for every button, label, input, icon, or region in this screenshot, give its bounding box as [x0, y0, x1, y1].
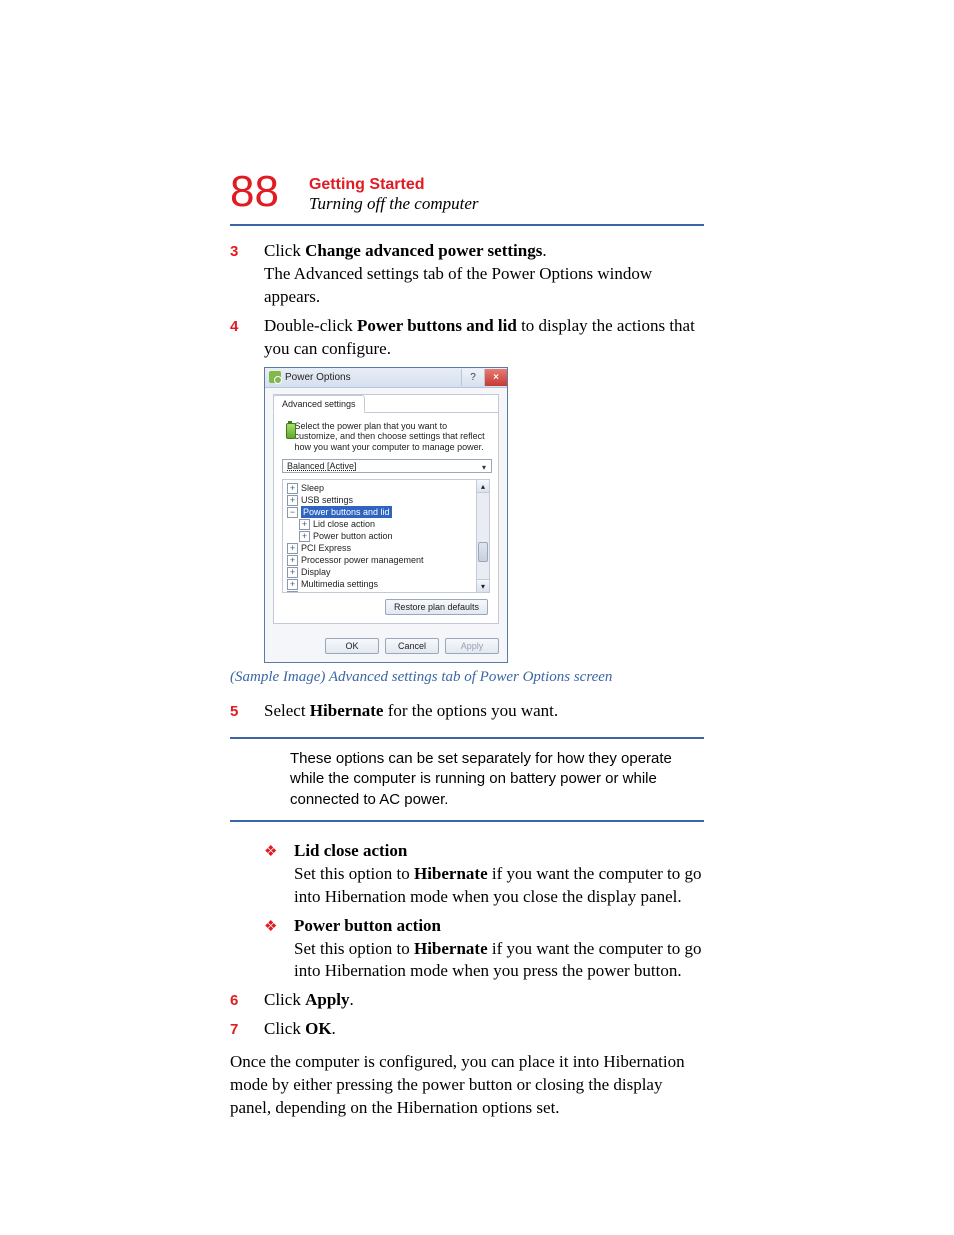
expander-icon[interactable]: −: [287, 507, 298, 518]
step-number: 3: [230, 240, 264, 309]
power-options-window: Power Options ? × Advanced settings Sele…: [264, 367, 508, 663]
note-block: These options can be set separately for …: [230, 737, 704, 822]
tree-item-processor-power[interactable]: Processor power management: [301, 554, 424, 566]
expander-icon[interactable]: +: [287, 483, 298, 494]
tree-item-lid-close[interactable]: Lid close action: [313, 518, 375, 530]
ok-button[interactable]: OK: [325, 638, 379, 654]
bullet-icon: ❖: [264, 915, 294, 984]
power-plan-select[interactable]: Balanced [Active] ▾: [282, 459, 492, 473]
scroll-up-icon[interactable]: ▴: [477, 480, 489, 493]
window-app-icon: [269, 371, 281, 383]
chapter-title: Getting Started: [309, 176, 479, 194]
expander-icon[interactable]: +: [287, 543, 298, 554]
scroll-down-icon[interactable]: ▾: [477, 579, 489, 592]
tree-item-power-button-action[interactable]: Power button action: [313, 530, 393, 542]
tree-item-pci-express[interactable]: PCI Express: [301, 542, 351, 554]
step-bold: Power buttons and lid: [357, 316, 517, 335]
expander-icon[interactable]: +: [287, 495, 298, 506]
step-4: 4 Double-click Power buttons and lid to …: [230, 315, 704, 361]
step-text: for the options you want.: [383, 701, 558, 720]
step-bold: Hibernate: [310, 701, 384, 720]
bullet-title: Power button action: [294, 915, 704, 938]
scroll-thumb[interactable]: [478, 542, 488, 562]
closing-paragraph: Once the computer is configured, you can…: [230, 1051, 704, 1120]
tree-item-sleep[interactable]: Sleep: [301, 482, 324, 494]
close-button[interactable]: ×: [484, 369, 507, 386]
chevron-down-icon: ▾: [479, 462, 489, 472]
step-text: Select: [264, 701, 310, 720]
step-6: 6 Click Apply.: [230, 989, 704, 1012]
battery-icon: [282, 421, 289, 441]
step-text: .: [350, 990, 354, 1009]
bullet-text: Set this option to: [294, 864, 414, 883]
step-text: Click: [264, 241, 305, 260]
expander-icon[interactable]: +: [287, 555, 298, 566]
step-number: 7: [230, 1018, 264, 1041]
expander-icon[interactable]: +: [287, 567, 298, 578]
bullet-power-button: ❖ Power button action Set this option to…: [264, 915, 704, 984]
bullet-lid-close: ❖ Lid close action Set this option to Hi…: [264, 840, 704, 909]
window-title: Power Options: [285, 372, 461, 383]
window-description: Select the power plan that you want to c…: [295, 421, 490, 453]
step-text: .: [542, 241, 546, 260]
bullet-icon: ❖: [264, 840, 294, 909]
power-plan-value: Balanced [Active]: [287, 461, 357, 471]
step-number: 5: [230, 700, 264, 723]
step-bold: Apply: [305, 990, 349, 1009]
page-header: 88 Getting Started Turning off the compu…: [230, 170, 704, 214]
step-text: The Advanced settings tab of the Power O…: [264, 263, 704, 309]
settings-tree[interactable]: +Sleep +USB settings −Power buttons and …: [282, 479, 490, 593]
cancel-button[interactable]: Cancel: [385, 638, 439, 654]
tree-scrollbar[interactable]: ▴ ▾: [476, 480, 489, 592]
step-text: Double-click: [264, 316, 357, 335]
restore-defaults-button[interactable]: Restore plan defaults: [385, 599, 488, 615]
tab-advanced-settings[interactable]: Advanced settings: [273, 395, 365, 413]
page-number: 88: [230, 170, 279, 214]
section-title: Turning off the computer: [309, 194, 479, 214]
bullet-title: Lid close action: [294, 840, 704, 863]
tree-item-multimedia[interactable]: Multimedia settings: [301, 578, 378, 590]
image-caption: (Sample Image) Advanced settings tab of …: [230, 669, 704, 686]
bullet-text: Set this option to: [294, 939, 414, 958]
tree-item-display[interactable]: Display: [301, 566, 331, 578]
apply-button[interactable]: Apply: [445, 638, 499, 654]
tree-item-battery[interactable]: Battery: [301, 590, 330, 593]
expander-icon[interactable]: +: [299, 519, 310, 530]
step-text: .: [332, 1019, 336, 1038]
help-button[interactable]: ?: [461, 369, 484, 386]
tree-item-usb[interactable]: USB settings: [301, 494, 353, 506]
step-bold: Change advanced power settings: [305, 241, 542, 260]
step-7: 7 Click OK.: [230, 1018, 704, 1041]
header-divider: [230, 224, 704, 226]
expander-icon[interactable]: +: [299, 531, 310, 542]
expander-icon[interactable]: +: [287, 579, 298, 590]
window-titlebar: Power Options ? ×: [265, 368, 507, 388]
step-number: 4: [230, 315, 264, 361]
bullet-bold: Hibernate: [414, 939, 488, 958]
bullet-bold: Hibernate: [414, 864, 488, 883]
step-3: 3 Click Change advanced power settings. …: [230, 240, 704, 309]
step-text: Click: [264, 990, 305, 1009]
step-5: 5 Select Hibernate for the options you w…: [230, 700, 704, 723]
expander-icon[interactable]: +: [287, 591, 298, 594]
step-number: 6: [230, 989, 264, 1012]
step-bold: OK: [305, 1019, 331, 1038]
tree-item-power-buttons-lid[interactable]: Power buttons and lid: [301, 506, 392, 518]
step-text: Click: [264, 1019, 305, 1038]
